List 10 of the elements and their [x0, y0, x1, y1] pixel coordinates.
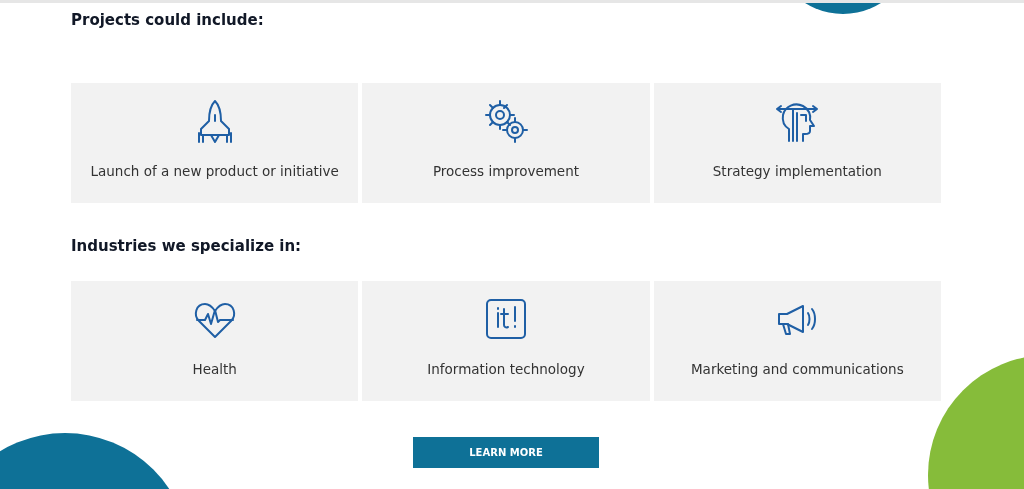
gears-icon	[482, 97, 530, 145]
tile-label: Strategy implementation	[712, 162, 882, 181]
tile-label: Information technology	[427, 360, 585, 379]
tile-label: Health	[192, 360, 237, 379]
section-heading: Industries we specialize in:	[71, 237, 303, 255]
section-heading: Projects could include:	[71, 11, 265, 29]
tile-label: Launch of a new product or initiative	[90, 162, 339, 181]
tile-label: Marketing and communications	[690, 360, 904, 379]
tile-label: Process improvement	[432, 162, 580, 181]
learn-more-button[interactable]: LEARN MORE	[413, 437, 599, 468]
